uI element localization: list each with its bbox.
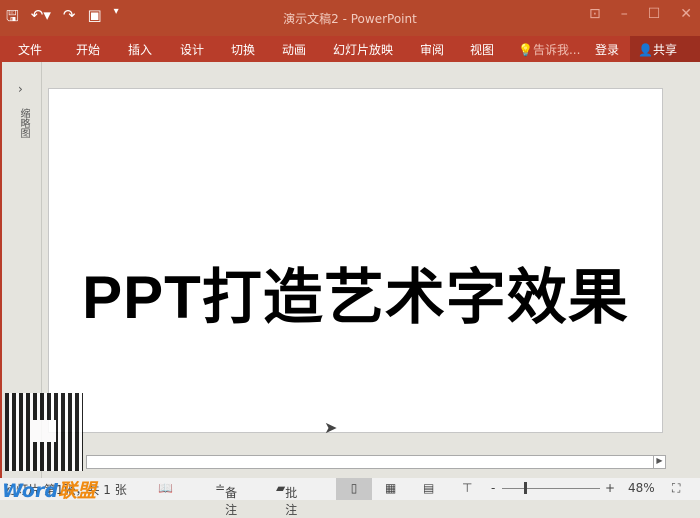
maximize-icon[interactable]: ☐	[648, 6, 661, 22]
fit-slide-icon[interactable]: ⛶	[672, 481, 680, 496]
reading-view-icon[interactable]: ▤	[423, 481, 434, 495]
zoom-slider[interactable]	[502, 488, 600, 489]
slide-title-text[interactable]: PPT打造艺术字效果	[49, 249, 662, 336]
normal-view-icon[interactable]: ▯	[336, 478, 372, 500]
status-bar: 幻灯片 第1张，共 1 张 📖 ≐ 备注 ▰ 批注 ▯ ▦ ▤ ⊤ - + 48…	[0, 478, 700, 517]
title-bar: 🖫 ↶▾ ↷ ▣ ▾ 演示文稿2 - PowerPoint ⊡ – ☐ ✕	[0, 0, 700, 36]
comments-button[interactable]: ▰ 批注	[276, 481, 297, 517]
mouse-cursor-icon: ➤	[324, 418, 338, 437]
tab-file[interactable]: 文件	[18, 41, 42, 58]
share-button[interactable]: 👤共享	[630, 36, 700, 62]
minimize-icon[interactable]: –	[621, 6, 628, 22]
zoom-in-button[interactable]: +	[605, 481, 615, 495]
ribbon-display-icon[interactable]: ⊡	[589, 6, 601, 22]
tab-view[interactable]: 视图	[470, 41, 494, 58]
tab-slideshow[interactable]: 幻灯片放映	[333, 41, 393, 58]
tell-me-label: 告诉我...	[532, 43, 581, 57]
qr-code-watermark	[5, 393, 83, 471]
zoom-out-button[interactable]: -	[491, 481, 495, 495]
slideshow-icon[interactable]: ⊤	[462, 481, 472, 495]
close-icon[interactable]: ✕	[680, 6, 692, 22]
horizontal-scrollbar[interactable]: ▶	[86, 455, 666, 469]
spellcheck-icon[interactable]: 📖	[158, 481, 173, 495]
lightbulb-icon: 💡	[518, 43, 533, 57]
slide-canvas[interactable]: PPT打造艺术字效果	[48, 88, 663, 433]
share-label: 共享	[652, 43, 677, 57]
slide-sorter-icon[interactable]: ▦	[385, 481, 396, 495]
watermark-logo: Word联盟	[2, 480, 96, 502]
tab-insert[interactable]: 插入	[128, 41, 152, 58]
notes-label: 备注	[225, 486, 238, 517]
ribbon-tabs: 文件 开始 插入 设计 切换 动画 幻灯片放映 审阅 视图 💡告诉我... 登录…	[0, 36, 700, 62]
notes-button[interactable]: ≐ 备注	[215, 481, 237, 517]
tab-home[interactable]: 开始	[76, 41, 100, 58]
zoom-level[interactable]: 48%	[628, 481, 655, 495]
thumbnail-label[interactable]: 缩略图	[16, 108, 31, 138]
chevron-right-icon[interactable]: ›	[18, 82, 23, 96]
tab-design[interactable]: 设计	[180, 41, 204, 58]
zoom-slider-thumb[interactable]	[524, 482, 527, 494]
tell-me-search[interactable]: 💡告诉我...	[518, 41, 580, 58]
comments-label: 批注	[285, 486, 298, 517]
login-button[interactable]: 登录	[595, 41, 619, 58]
person-icon: 👤	[638, 43, 653, 57]
tab-review[interactable]: 审阅	[420, 41, 444, 58]
tab-animations[interactable]: 动画	[282, 41, 306, 58]
tab-transitions[interactable]: 切换	[231, 41, 255, 58]
scroll-right-icon[interactable]: ▶	[653, 456, 665, 468]
